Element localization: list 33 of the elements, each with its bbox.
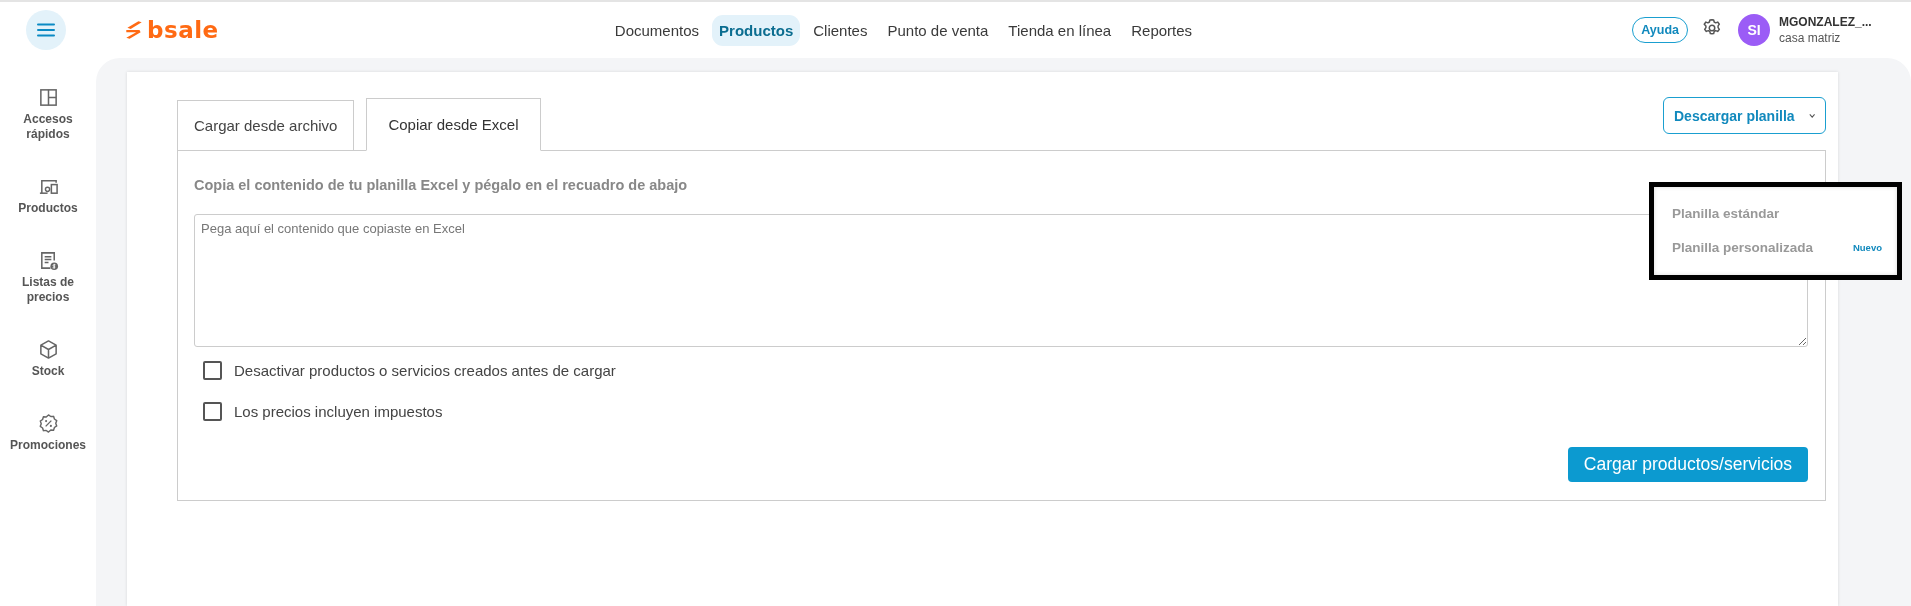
tab[interactable]: Cargar desde archivo	[177, 100, 355, 151]
new-label: Nuevo	[1852, 241, 1882, 253]
nav-link[interactable]: Documentos	[607, 14, 707, 46]
nav-link[interactable]: Reportes	[1124, 14, 1200, 46]
checkbox-label: Desactivar productos o servicios creados antes de cargar	[234, 362, 616, 379]
instructions-text: Copia el contenido de tu planilla Excel y pégalo en el recuadro de abajo	[194, 177, 689, 193]
sidebar-item[interactable]: Listas de precios	[3, 250, 93, 305]
settings-icon[interactable]	[1702, 18, 1722, 38]
nav-link[interactable]: Punto de venta	[880, 14, 996, 46]
user-avatar[interactable]: SI	[1738, 14, 1770, 46]
nav-link[interactable]: Clientes	[806, 14, 875, 46]
box-icon	[37, 339, 59, 360]
sidebar-item[interactable]: Stock	[3, 339, 93, 379]
download-template-button[interactable]: Descargar planilla	[1663, 97, 1826, 134]
sidebar-item[interactable]: Productos	[3, 176, 93, 216]
sidebar-item[interactable]: Promociones	[3, 413, 93, 453]
brand-name: bsale	[147, 17, 219, 43]
caret-icon	[1808, 112, 1815, 119]
tab[interactable]: Copiar desde Excel	[366, 98, 541, 151]
logo-icon	[124, 19, 144, 41]
help-button[interactable]: Ayuda	[1632, 17, 1688, 43]
checkbox[interactable]	[203, 361, 222, 380]
nav-link[interactable]: Tienda en línea	[1001, 14, 1119, 46]
sidebar-item[interactable]: Accesos rápidos	[3, 87, 93, 142]
nav-link[interactable]: Productos	[712, 14, 801, 46]
menu-icon	[37, 23, 55, 37]
layout-icon	[37, 87, 59, 108]
checkbox[interactable]	[203, 402, 222, 421]
checkbox-label: Los precios incluyen impuestos	[234, 403, 443, 420]
user-name: MGONZALEZ_...	[1779, 15, 1873, 29]
menu-button[interactable]	[26, 10, 66, 50]
branch-name: casa matriz	[1779, 31, 1842, 45]
discount-icon	[37, 413, 59, 434]
